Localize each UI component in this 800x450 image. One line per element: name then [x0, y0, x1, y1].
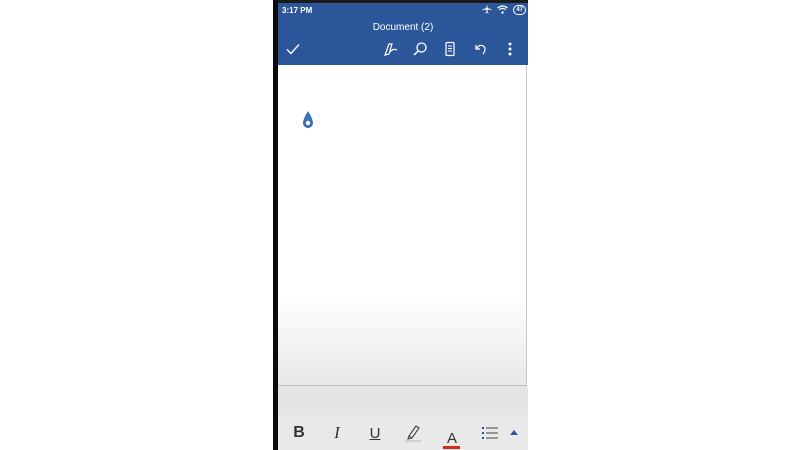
- keyboard-gap: [278, 386, 528, 415]
- done-button[interactable]: [281, 39, 305, 59]
- mobile-view-button[interactable]: [438, 39, 462, 59]
- wifi-icon: [497, 4, 509, 16]
- expand-toolbar-button[interactable]: [502, 421, 526, 445]
- more-options-button[interactable]: [498, 39, 522, 59]
- bullet-list-icon: [482, 427, 498, 439]
- cursor-handle-icon: [303, 111, 313, 128]
- undo-button[interactable]: [468, 39, 492, 59]
- font-color-label: A: [446, 430, 457, 447]
- document-title[interactable]: Document (2): [278, 22, 528, 33]
- status-bar: 3:17 PM 47: [278, 3, 528, 17]
- highlight-button[interactable]: [398, 421, 428, 445]
- mobile-view-icon: [445, 41, 455, 57]
- italic-button[interactable]: I: [322, 421, 352, 445]
- undo-icon: [475, 44, 486, 55]
- search-icon: [413, 42, 427, 56]
- expand-up-icon: [510, 430, 518, 435]
- battery-icon: 47: [513, 5, 526, 15]
- status-time: 3:17 PM: [282, 6, 313, 15]
- app-header: 3:17 PM 47 Document (2): [278, 3, 528, 65]
- format-toolbar: B I U A: [278, 415, 528, 450]
- underline-button[interactable]: U: [360, 421, 390, 445]
- highlighter-icon: [405, 425, 421, 442]
- document-canvas[interactable]: [278, 65, 527, 386]
- draw-button[interactable]: [379, 39, 403, 59]
- done-check-icon: [286, 44, 300, 55]
- status-icons: 47: [482, 4, 526, 16]
- airplane-icon: [482, 4, 492, 16]
- bullet-list-button[interactable]: [475, 421, 505, 445]
- font-color-swatch: [443, 445, 460, 449]
- bold-button[interactable]: B: [284, 421, 314, 445]
- more-options-icon: [508, 42, 512, 56]
- search-button[interactable]: [408, 39, 432, 59]
- phone-screen: 3:17 PM 47 Document (2) B I U A: [278, 3, 528, 450]
- font-color-button[interactable]: A: [437, 427, 467, 450]
- draw-pen-icon: [384, 43, 398, 56]
- text-cursor-handle[interactable]: [301, 110, 315, 130]
